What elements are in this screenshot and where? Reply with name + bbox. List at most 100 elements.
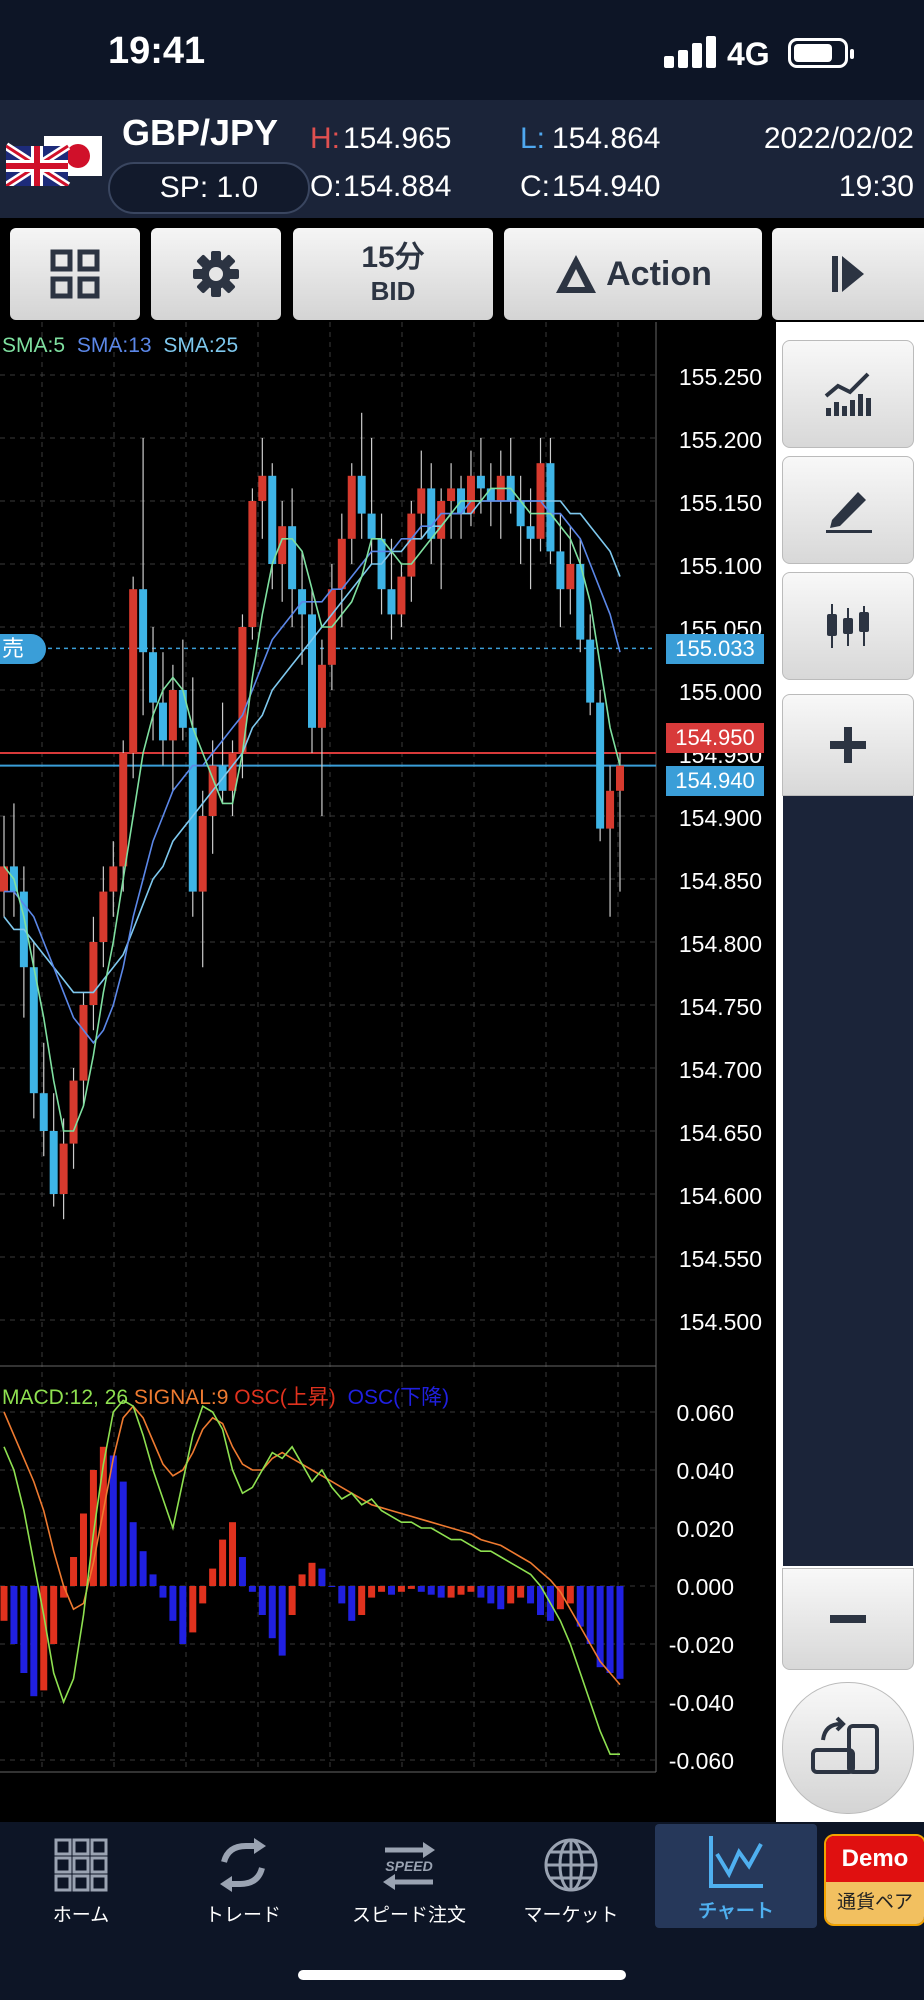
candle-body [69,1080,78,1144]
y-tick-label: 154.750 [679,994,762,1020]
candle-body [248,501,257,627]
osc-bar [586,1586,594,1644]
osc-bar [397,1586,405,1592]
layout-grid-button[interactable] [10,228,140,320]
y-tick-label: 154.900 [679,805,762,831]
macd-tick-label: -0.060 [669,1748,734,1774]
candle-body [198,816,207,892]
candle-body [109,866,118,892]
y-tick-label: 154.650 [679,1120,762,1146]
quote-time: 19:30 [838,170,914,203]
osc-bar [268,1586,276,1639]
candle-body [566,564,575,590]
legend-sma13: SMA:13 [76,334,152,357]
osc-bar [258,1586,266,1615]
legend-sma25: SMA:25 [163,334,239,357]
osc-bar [407,1586,415,1589]
osc-bar [387,1586,395,1595]
y-tick-label: 155.200 [679,427,762,453]
action-button[interactable]: Action [504,228,762,320]
zoom-in-button[interactable] [782,694,914,796]
battery-icon [788,38,854,68]
candle-body [129,589,138,753]
osc-bar [437,1586,445,1598]
macd-tick-label: 0.060 [676,1400,734,1426]
candle-body [337,538,346,590]
y-axis-labels: 155.250155.200155.150155.100155.050155.0… [669,364,762,1774]
candle-body [178,690,187,728]
nav-home[interactable]: ホーム [6,1828,156,1932]
signal-line [3,1404,621,1686]
candle-body [447,488,456,501]
y-tick-label: 155.000 [679,679,762,705]
rotate-device-icon [811,1716,879,1774]
osc-bar [457,1586,465,1595]
nav-speed-order[interactable]: SPEED スピード注文 [334,1828,484,1932]
osc-bar [288,1586,296,1615]
sma-lines [3,487,621,1132]
chart-side-panel [776,322,924,1822]
chart-grid [0,322,657,1773]
macd-tick-label: 0.040 [676,1458,734,1484]
timeframe-button[interactable]: 15分 BID [293,228,493,320]
nav-market-label: マーケット [523,1905,619,1926]
candle-body [556,551,565,590]
candle-body [417,488,426,514]
gear-icon [193,251,239,297]
indicator-button[interactable] [782,340,914,448]
candle-body [268,475,277,564]
play-next-icon [832,256,864,292]
chart-type-button[interactable] [782,572,914,680]
high-label: H: [310,122,340,155]
chart-nav-icon [709,1836,763,1888]
settings-button[interactable] [151,228,281,320]
nav-chart[interactable]: チャート [655,1824,817,1928]
candlestick-icon [827,604,869,648]
drawing-tool-button[interactable] [782,456,914,564]
nav-home-label: ホーム [52,1905,110,1926]
nav-trade[interactable]: トレード [168,1828,318,1932]
legend-macd: MACD:12, 26 [2,1386,129,1409]
candle-body [158,702,167,741]
globe-icon [544,1838,598,1892]
osc-bar [507,1586,515,1604]
candle-body [99,891,108,942]
legend-osc-down: OSC(下降) [347,1386,450,1409]
osc-bar [0,1586,8,1621]
nav-speed-label: スピード注文 [351,1905,466,1926]
demo-badge[interactable]: Demo 通貨ペア [824,1834,924,1926]
sell-marker[interactable]: 売 [0,634,46,664]
spread-badge: SP: 1.0 [108,162,310,214]
osc-bar [209,1568,217,1586]
nav-chart-label: チャート [698,1901,774,1922]
zoom-out-button[interactable] [782,1568,914,1670]
osc-bar [229,1522,237,1586]
candle-body [427,488,436,539]
rotate-screen-button[interactable] [782,1682,914,1814]
osc-bar [219,1539,227,1586]
refresh-icon [220,1838,266,1892]
osc-bar [199,1586,207,1604]
play-forward-button[interactable] [772,228,924,320]
candle-body [397,576,406,615]
osc-bar [159,1586,167,1598]
legend-osc-up: OSC(上昇) [234,1386,336,1409]
osc-bar [179,1586,187,1644]
nav-market[interactable]: マーケット [496,1828,646,1932]
action-label: Action [606,254,712,293]
currency-pair[interactable]: GBP/JPY [122,112,278,154]
osc-bar [378,1586,386,1592]
osc-bar [447,1586,455,1598]
candle-body [89,942,98,1005]
home-indicator [298,1970,626,1980]
price-chart[interactable]: 155.250155.200155.150155.100155.050155.0… [0,322,776,1782]
legend-signal: SIGNAL:9 [133,1386,229,1409]
osc-bar [477,1586,485,1598]
flag-icon[interactable] [3,134,104,190]
osc-bar [79,1513,87,1586]
y-tick-label: 155.150 [679,490,762,516]
candle-body [367,513,376,539]
osc-bar [318,1568,326,1586]
zoom-slider-track[interactable] [783,796,913,1566]
candle-body [49,1131,58,1194]
